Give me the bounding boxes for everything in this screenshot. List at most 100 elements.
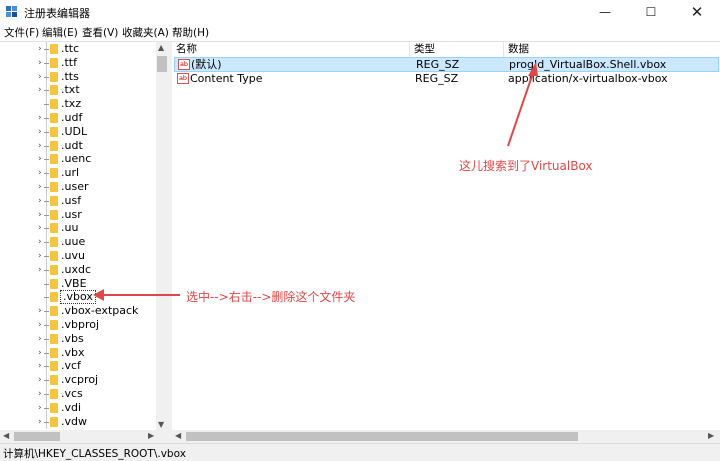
tree-item[interactable]: › .usf bbox=[0, 193, 156, 208]
folder-icon bbox=[50, 402, 58, 413]
string-value-icon: ab bbox=[178, 59, 190, 70]
tree-item[interactable]: › .vdw bbox=[0, 414, 156, 429]
column-header-name[interactable]: 名称 bbox=[172, 42, 410, 57]
tree-item[interactable]: › .ttf bbox=[0, 55, 156, 70]
tree-item[interactable]: › .udf bbox=[0, 111, 156, 125]
folder-icon bbox=[50, 85, 58, 96]
tree-item[interactable]: › .user bbox=[0, 180, 156, 194]
tree-scroll-thumb[interactable] bbox=[157, 56, 167, 72]
tree-item[interactable]: › .udt bbox=[0, 138, 156, 153]
tree-item[interactable]: › .uue bbox=[0, 235, 156, 250]
tree-item[interactable]: › .vbs bbox=[0, 331, 156, 346]
value-type: REG_SZ bbox=[416, 58, 460, 71]
folder-icon bbox=[50, 99, 58, 110]
folder-icon bbox=[50, 57, 58, 68]
close-button[interactable]: ✕ bbox=[674, 0, 720, 24]
tree-branch-line bbox=[44, 352, 49, 354]
tree-branch-line bbox=[44, 394, 49, 395]
tree-item[interactable]: .txz bbox=[0, 97, 156, 112]
folder-icon bbox=[50, 306, 58, 317]
scroll-right-icon[interactable]: ▶ bbox=[708, 431, 714, 440]
values-list[interactable]: 名称 类型 数据 ab (默认) REG_SZ progId_VirtualBox.S… bbox=[172, 42, 720, 430]
tree-branch-line bbox=[44, 366, 49, 368]
menu-bar: 文件(F) 编辑(E) 查看(V) 收藏夹(A) 帮助(H) bbox=[0, 24, 720, 41]
maximize-button[interactable]: ☐ bbox=[628, 0, 674, 24]
tree-item[interactable]: .VBE bbox=[0, 276, 156, 291]
tree-item-label: .VBE bbox=[61, 276, 87, 290]
folder-icon bbox=[50, 126, 58, 137]
tree-item[interactable]: › .usr bbox=[0, 207, 156, 222]
tree-branch-line bbox=[44, 407, 49, 409]
tree-hscroll-thumb[interactable] bbox=[14, 432, 60, 441]
tree-branch-line bbox=[44, 200, 49, 202]
tree-branch-line bbox=[44, 118, 49, 119]
tree-branch-line bbox=[44, 297, 49, 299]
tree-item-label: .url bbox=[61, 166, 80, 180]
tree-branch-line bbox=[44, 256, 49, 257]
folder-icon bbox=[50, 333, 58, 344]
tree-item[interactable]: › .uxdc bbox=[0, 262, 156, 277]
tree-item[interactable]: › .vbox-extpack bbox=[0, 304, 156, 319]
folder-icon bbox=[50, 292, 58, 303]
tree-item[interactable]: › .vcproj bbox=[0, 373, 156, 388]
list-horizontal-scrollbar[interactable]: ◀ ▶ bbox=[172, 430, 720, 443]
tree-item[interactable]: › .ttc bbox=[0, 42, 156, 56]
scroll-left-icon[interactable]: ◀ bbox=[175, 431, 181, 440]
tree-branch-line bbox=[44, 421, 49, 423]
minimize-button[interactable]: — bbox=[582, 0, 628, 24]
scroll-up-icon[interactable]: ▲ bbox=[158, 43, 164, 52]
tree-item[interactable]: › .uu bbox=[0, 221, 156, 236]
folder-icon bbox=[50, 71, 58, 82]
tree-item-label: .vcproj bbox=[61, 373, 99, 387]
menu-favorites[interactable]: 收藏夹(A) bbox=[122, 25, 169, 40]
tree-branch-line bbox=[44, 159, 49, 161]
tree-item-label: .tts bbox=[61, 69, 79, 83]
scroll-down-icon[interactable]: ▼ bbox=[158, 420, 164, 429]
value-row[interactable]: ab (默认) REG_SZ progId_VirtualBox.Shell.vbox bbox=[174, 57, 719, 72]
tree-item-label: .ttf bbox=[61, 55, 77, 69]
tree-item[interactable]: › .UDL bbox=[0, 124, 156, 139]
column-header-data[interactable]: 数据 bbox=[504, 42, 720, 57]
tree-vertical-scrollbar[interactable]: ▲ ▼ bbox=[156, 42, 168, 430]
tree-item[interactable]: › .txt bbox=[0, 83, 156, 98]
key-tree[interactable]: › .ttc › .ttf › .tts › .txt .txz › .udf › .UDL › .udt ›… bbox=[0, 42, 168, 443]
menu-edit[interactable]: 编辑(E) bbox=[42, 25, 78, 40]
menu-view[interactable]: 查看(V) bbox=[82, 25, 118, 40]
tree-item[interactable]: › .vdi bbox=[0, 400, 156, 415]
column-header-type[interactable]: 类型 bbox=[410, 42, 504, 57]
menu-help[interactable]: 帮助(H) bbox=[172, 25, 209, 40]
folder-icon bbox=[50, 361, 58, 372]
tree-branch-line bbox=[44, 269, 49, 271]
tree-item[interactable]: › .vbx bbox=[0, 345, 156, 360]
tree-item[interactable]: .vbox bbox=[0, 290, 156, 305]
tree-item-label: .vdw bbox=[61, 414, 87, 428]
menu-file[interactable]: 文件(F) bbox=[4, 25, 39, 40]
window-title: 注册表编辑器 bbox=[24, 7, 90, 20]
tree-item-label: .uenc bbox=[61, 152, 92, 166]
tree-item-label: .vcs bbox=[61, 387, 83, 400]
scroll-left-icon[interactable]: ◀ bbox=[3, 431, 9, 440]
tree-item[interactable]: › .vcf bbox=[0, 359, 156, 374]
folder-icon bbox=[50, 416, 58, 427]
folder-icon bbox=[50, 140, 58, 151]
list-hscroll-thumb[interactable] bbox=[186, 432, 578, 441]
folder-icon bbox=[50, 44, 58, 54]
value-data: application/x-virtualbox-vbox bbox=[508, 72, 668, 85]
tree-item[interactable]: › .uvu bbox=[0, 249, 156, 263]
tree-branch-line bbox=[44, 49, 49, 50]
tree-item-label: .uue bbox=[61, 235, 86, 249]
tree-branch-line bbox=[44, 173, 49, 175]
value-row[interactable]: ab Content Type REG_SZ application/x-virtua… bbox=[174, 72, 719, 87]
tree-item[interactable]: › .tts bbox=[0, 69, 156, 84]
value-name: (默认) bbox=[191, 58, 222, 71]
tree-horizontal-scrollbar[interactable]: ◀ ▶ bbox=[0, 430, 168, 443]
scroll-right-icon[interactable]: ▶ bbox=[148, 431, 154, 440]
tree-item-label: .UDL bbox=[61, 124, 88, 138]
tree-item[interactable]: › .vbproj bbox=[0, 318, 156, 332]
search-annotation-text: 这儿搜索到了VirtualBox bbox=[459, 159, 593, 173]
folder-icon bbox=[50, 264, 58, 275]
tree-item[interactable]: › .uenc bbox=[0, 152, 156, 167]
tree-item-label: .vbs bbox=[61, 331, 84, 345]
tree-item[interactable]: › .url bbox=[0, 166, 156, 181]
tree-item[interactable]: › .vcs bbox=[0, 387, 156, 401]
